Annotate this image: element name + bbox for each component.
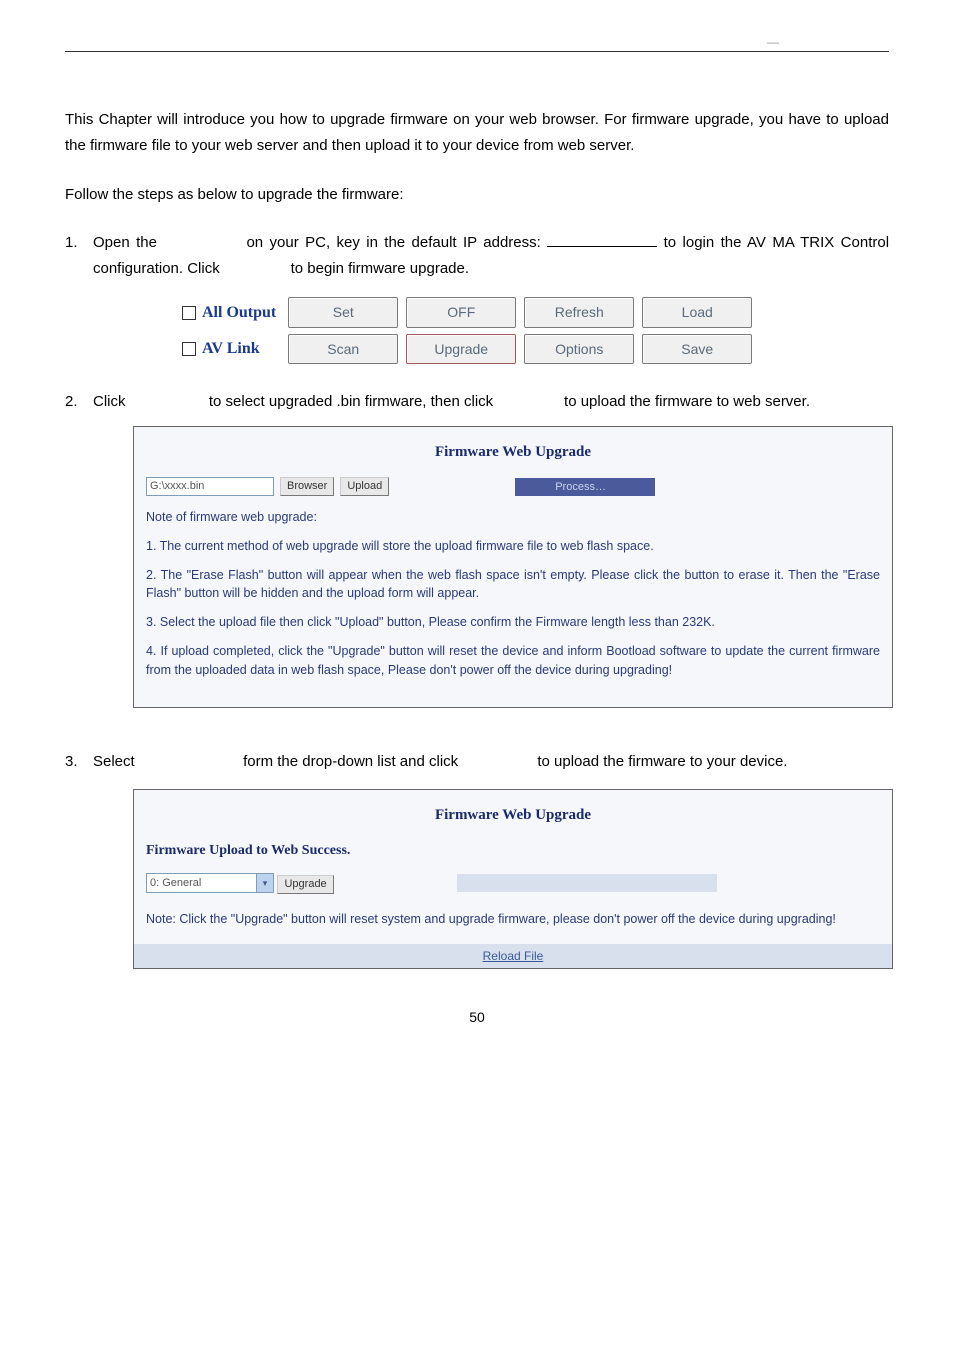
options-button[interactable]: Options	[524, 334, 634, 365]
progress-bar	[457, 874, 717, 892]
step-number: 1.	[65, 230, 93, 386]
upload-success-text: Firmware Upload to Web Success.	[146, 840, 880, 861]
reload-file-link[interactable]: Reload File	[134, 944, 892, 968]
select-value: 0: General	[150, 877, 201, 889]
note-4: 4. If upload completed, click the "Upgra…	[146, 642, 880, 680]
chevron-down-icon: ▾	[256, 874, 273, 892]
intro-paragraph: This Chapter will introduce you how to u…	[65, 107, 889, 160]
set-button[interactable]: Set	[288, 297, 398, 328]
step3-text-a: Select	[93, 753, 135, 770]
step3-text-c: to upload the firmware to your device.	[537, 753, 787, 770]
note-header: Note of firmware web upgrade:	[146, 508, 880, 527]
note-1: 1. The current method of web upgrade wil…	[146, 537, 880, 556]
av-link-row: AV Link	[178, 331, 284, 368]
upgrade-button[interactable]: Upgrade	[406, 334, 516, 365]
step-1: 1. Open the on your PC, key in the defau…	[65, 230, 889, 386]
header-rule	[65, 51, 889, 52]
scan-button[interactable]: Scan	[288, 334, 398, 365]
page-number: 50	[65, 1009, 889, 1025]
note-2: 2. The "Erase Flash" button will appear …	[146, 566, 880, 604]
all-output-label: All Output	[202, 304, 276, 321]
av-link-label: AV Link	[202, 340, 260, 357]
upgrade-button-2[interactable]: Upgrade	[277, 875, 333, 894]
step1-text-a: Open the	[93, 234, 157, 251]
note-3: 3. Select the upload file then click "Up…	[146, 613, 880, 632]
file-path-input[interactable]: G:\xxxx.bin	[146, 477, 274, 496]
step-3: 3. Select form the drop-down list and cl…	[65, 749, 889, 970]
step-number: 3.	[65, 749, 93, 970]
refresh-button[interactable]: Refresh	[524, 297, 634, 328]
process-bar: Process…	[515, 478, 655, 496]
browser-button[interactable]: Browser	[280, 477, 334, 496]
all-output-row: All Output	[178, 294, 284, 331]
save-button[interactable]: Save	[642, 334, 752, 365]
step1-text-c: to	[664, 234, 677, 251]
follow-paragraph: Follow the steps as below to upgrade the…	[65, 182, 889, 208]
upgrade-note: Note: Click the "Upgrade" button will re…	[146, 910, 880, 929]
off-button[interactable]: OFF	[406, 297, 516, 328]
step3-text-b: form the drop-down list and click	[243, 753, 458, 770]
firmware-upgrade-panel-1: Firmware Web Upgrade G:\xxxx.bin Browser…	[133, 426, 893, 709]
step-number: 2.	[65, 389, 93, 718]
firmware-upgrade-panel-2: Firmware Web Upgrade Firmware Upload to …	[133, 789, 893, 970]
step2-text-c: to upload the firmware to web server.	[564, 393, 810, 410]
step2-text-a: Click	[93, 393, 126, 410]
all-output-checkbox[interactable]	[182, 306, 196, 320]
firmware-title-2: Firmware Web Upgrade	[146, 804, 880, 827]
step-2: 2. Click to select upgraded .bin firmwar…	[65, 389, 889, 718]
load-button[interactable]: Load	[642, 297, 752, 328]
page-header-dash: —	[65, 35, 889, 49]
control-panel: All Output Set OFF Refresh Load AV Link …	[178, 294, 756, 367]
firmware-title: Firmware Web Upgrade	[146, 441, 880, 464]
upload-button[interactable]: Upload	[340, 477, 389, 496]
step1-text-b: on your PC, key in the default IP addres…	[246, 234, 540, 251]
step2-text-b: to select upgraded .bin firmware, then c…	[209, 393, 493, 410]
firmware-select[interactable]: 0: General ▾	[146, 873, 274, 893]
av-link-checkbox[interactable]	[182, 342, 196, 356]
step1-text-e: to begin firmware upgrade.	[291, 260, 469, 277]
blank-ip	[547, 231, 657, 247]
